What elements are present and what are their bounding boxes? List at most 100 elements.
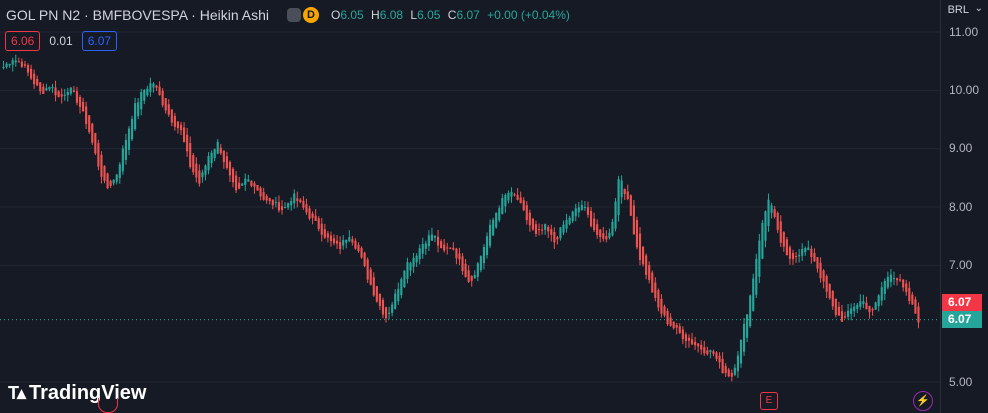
axis-tick: 10.00 [949,83,980,97]
candle-body [813,252,816,262]
candle-body [914,299,917,314]
candle-body [501,198,504,215]
candle-body [164,98,167,111]
candle-body [360,247,363,258]
candle-body [488,224,492,246]
candle-body [440,241,443,248]
candle-body [504,194,507,207]
candle-body [599,229,602,238]
candle-body [476,263,479,277]
candle-body [339,242,342,249]
candle-body [810,248,813,258]
candle-body [843,316,847,318]
sell-button[interactable]: 6.06 [5,31,41,51]
ohlc-readout: O6.05 H6.08 L6.05 C6.07 +0.00 (+0.04%) [331,8,570,22]
candle-body [17,61,20,63]
candle-body [39,82,42,92]
candle-body [332,238,336,244]
candle-body [20,61,23,67]
axis-tick: 9.00 [949,141,973,155]
candle-body [537,229,541,231]
candle-body [632,205,635,235]
candle-body [323,229,326,238]
candle-body [60,94,63,97]
candle-body [241,183,244,186]
chevron-down-icon[interactable]: ⌄ [975,3,983,14]
candle-body [565,219,568,229]
candle-body [158,86,161,96]
candle-body [556,237,559,240]
logo-text: TradingView [29,382,147,404]
candle-body [8,63,11,66]
candle-body [791,253,795,260]
candle-body [568,217,571,225]
candle-body [645,255,648,275]
candle-body [290,200,293,206]
candle-body [75,91,79,103]
candle-body [464,263,467,277]
candle-body [33,73,36,85]
buy-button[interactable]: 6.07 [81,31,118,51]
tradingview-logo[interactable]: T▴ TradingView [8,382,146,405]
candle-body [470,276,473,281]
candle-body [883,280,886,295]
candle-body [94,133,97,154]
candle-body [427,235,430,247]
candle-body [311,213,314,218]
candle-body [516,194,519,200]
visibility-toggle-icon[interactable] [286,8,301,22]
candle-body [635,219,639,248]
candle-body [69,87,72,94]
candle-body [140,92,143,110]
candle-body [733,367,736,375]
candle-body [495,212,498,228]
candle-body [510,191,513,197]
candle-body [712,351,715,354]
candle-body [837,306,840,316]
candle-body [366,259,369,280]
candle-body [329,235,333,242]
candle-body [611,221,614,236]
candle-body [149,83,152,92]
candle-body [911,294,914,305]
candle-body [681,329,684,340]
earnings-marker[interactable]: E [760,392,778,410]
candle-body [173,116,176,127]
interval-badge[interactable]: D [302,7,319,23]
candle-body [657,290,660,308]
candle-body [277,202,281,211]
candle-body [461,256,464,272]
candle-body [124,140,128,160]
candle-body [176,121,180,129]
candle-body [66,91,69,96]
candle-body [798,254,801,257]
candle-body [170,109,173,123]
candle-body [23,64,27,66]
candle-body [770,205,773,213]
candle-body [608,232,611,238]
tradingview-logo-icon: T▴ [8,383,26,403]
candle-body [259,187,262,197]
candle-body [706,350,709,355]
symbol-title[interactable]: GOL PN N2 · BMFBOVESPA · Heikin Ashi [6,7,269,23]
candle-body [899,279,902,281]
candle-body [235,175,238,191]
candle-body [430,234,434,241]
candle-body [201,172,204,178]
price-axis[interactable]: BRL ⌄ 11.00 10.00 9.00 8.00 7.00 5.00 6.… [940,0,988,413]
currency-selector[interactable]: BRL [948,4,969,16]
candle-body [819,262,822,279]
candle-body [874,302,877,310]
candle-body [314,215,317,221]
split-marker-icon[interactable]: ⚡ [913,391,933,411]
candle-body [672,321,675,329]
candle-body [455,248,458,259]
candle-body [531,218,534,230]
candle-body [375,286,378,302]
candle-body [700,344,703,350]
candle-body [378,293,381,306]
candle-body [804,247,807,253]
axis-tick: 7.00 [949,258,973,272]
candle-body [106,173,109,189]
price-chart[interactable] [0,0,940,413]
